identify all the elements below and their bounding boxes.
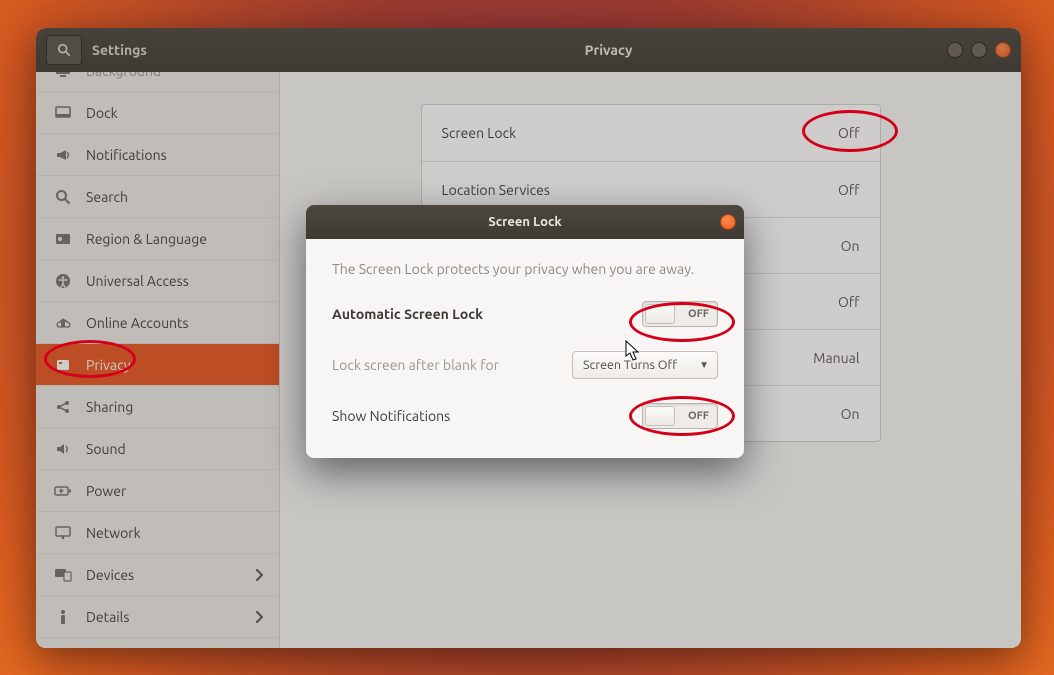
dialog-titlebar: Screen Lock	[306, 205, 744, 239]
auto-lock-value: OFF	[688, 308, 709, 320]
sidebar-item-label: Network	[86, 525, 141, 541]
sidebar-item-details[interactable]: Details	[36, 596, 279, 638]
globe-icon	[54, 230, 72, 248]
privacy-row-value: On	[841, 238, 860, 254]
devices-icon	[54, 566, 72, 584]
megaphone-icon	[54, 146, 72, 164]
sidebar-item-sound[interactable]: Sound	[36, 428, 279, 470]
cloud-icon	[54, 314, 72, 332]
search-icon	[54, 188, 72, 206]
dock-icon	[54, 104, 72, 122]
sidebar-item-label: Search	[86, 189, 128, 205]
sidebar-item-label: Privacy	[86, 357, 130, 373]
blank-lock-dropdown[interactable]: Screen Turns Off ▼	[572, 351, 718, 379]
page-title: Privacy	[585, 42, 633, 58]
show-notifications-value: OFF	[688, 410, 709, 422]
blank-lock-value: Screen Turns Off	[583, 358, 677, 372]
privacy-row-value: Manual	[813, 350, 859, 366]
sidebar-item-label: Sharing	[86, 399, 133, 415]
sidebar: Background Dock Notifications Search Region …	[36, 72, 280, 648]
sidebar-item-label: Region & Language	[86, 231, 207, 247]
network-icon	[54, 524, 72, 542]
sidebar-item-label: Sound	[86, 441, 126, 457]
show-notifications-toggle[interactable]: OFF	[642, 403, 718, 429]
dialog-description: The Screen Lock protects your privacy wh…	[332, 261, 718, 277]
search-icon	[57, 43, 71, 57]
sidebar-item-search[interactable]: Search	[36, 176, 279, 218]
sidebar-item-region-language[interactable]: Region & Language	[36, 218, 279, 260]
sidebar-item-label: Background	[86, 72, 161, 79]
privacy-row-value: Off	[838, 294, 860, 310]
privacy-row[interactable]: Screen Lock Off	[422, 105, 880, 161]
close-button[interactable]	[995, 42, 1011, 58]
privacy-row-value: Off	[838, 182, 860, 198]
details-icon	[54, 608, 72, 626]
privacy-row-value: On	[841, 406, 860, 422]
blank-lock-label: Lock screen after blank for	[332, 357, 572, 373]
sidebar-item-network[interactable]: Network	[36, 512, 279, 554]
privacy-row-label: Screen Lock	[442, 125, 517, 141]
chevron-down-icon: ▼	[699, 359, 709, 371]
sidebar-item-label: Details	[86, 609, 129, 625]
privacy-row-label: Location Services	[442, 182, 550, 198]
desktop-icon	[54, 72, 72, 80]
sidebar-item-power[interactable]: Power	[36, 470, 279, 512]
sidebar-item-notifications[interactable]: Notifications	[36, 134, 279, 176]
sidebar-item-label: Online Accounts	[86, 315, 189, 331]
auto-lock-label: Automatic Screen Lock	[332, 306, 642, 322]
accessibility-icon	[54, 272, 72, 290]
sidebar-item-dock[interactable]: Dock	[36, 92, 279, 134]
speaker-icon	[54, 440, 72, 458]
sidebar-item-devices[interactable]: Devices	[36, 554, 279, 596]
sidebar-item-privacy[interactable]: Privacy	[36, 344, 279, 386]
sidebar-item-label: Dock	[86, 105, 118, 121]
sidebar-item-label: Devices	[86, 567, 134, 583]
auto-lock-toggle[interactable]: OFF	[642, 301, 718, 327]
sidebar-item-label: Notifications	[86, 147, 167, 163]
sidebar-item-sharing[interactable]: Sharing	[36, 386, 279, 428]
sidebar-item-label: Power	[86, 483, 126, 499]
maximize-button[interactable]	[971, 42, 987, 58]
privacy-row-value: Off	[838, 125, 860, 141]
minimize-button[interactable]	[947, 42, 963, 58]
dialog-title: Screen Lock	[488, 215, 561, 229]
search-button[interactable]	[46, 35, 82, 65]
chevron-right-icon	[255, 569, 263, 581]
sidebar-item-label: Universal Access	[86, 273, 189, 289]
chevron-right-icon	[255, 611, 263, 623]
sidebar-item-universal-access[interactable]: Universal Access	[36, 260, 279, 302]
dialog-close-button[interactable]	[720, 214, 736, 230]
privacy-icon	[54, 356, 72, 374]
battery-icon	[54, 482, 72, 500]
titlebar: Settings Privacy	[36, 28, 1021, 72]
sidebar-title: Settings	[92, 42, 147, 58]
screen-lock-dialog: Screen Lock The Screen Lock protects you…	[306, 205, 744, 458]
sidebar-item-background[interactable]: Background	[36, 72, 279, 92]
sidebar-item-online-accounts[interactable]: Online Accounts	[36, 302, 279, 344]
show-notifications-label: Show Notifications	[332, 408, 642, 424]
share-icon	[54, 398, 72, 416]
